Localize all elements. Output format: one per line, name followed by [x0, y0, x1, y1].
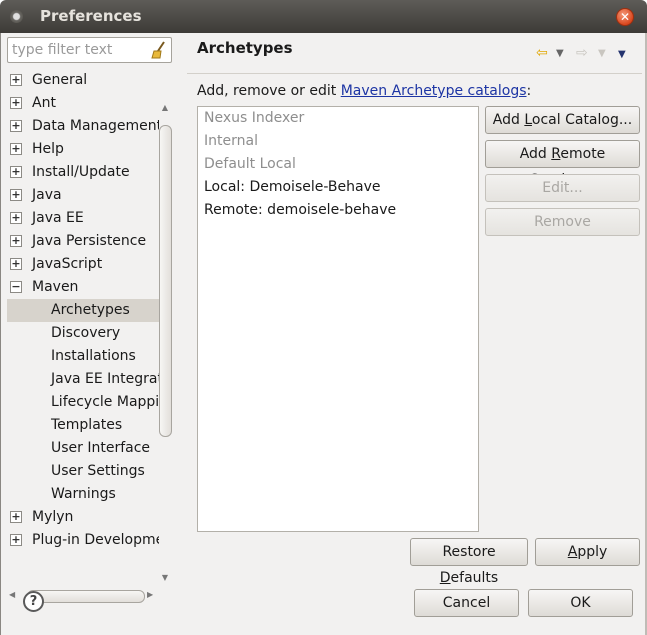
- tree-item-label: General: [32, 72, 88, 88]
- expand-icon[interactable]: +: [10, 143, 22, 155]
- tree-item[interactable]: + Java EE: [7, 207, 159, 230]
- tree-item-label: Discovery: [51, 325, 121, 341]
- tree-item[interactable]: + Java Persistence: [7, 230, 159, 253]
- window-title: Preferences: [40, 7, 142, 25]
- tree-item-label: Java EE: [32, 210, 84, 226]
- expand-icon[interactable]: +: [10, 166, 22, 178]
- tree-item-label: Archetypes: [51, 302, 130, 318]
- separator: [187, 73, 642, 74]
- tree-item[interactable]: + Ant: [7, 92, 159, 115]
- page-navigation: ⇦ ▼ ⇨ ▼ ▼: [536, 45, 636, 63]
- expand-icon[interactable]: +: [10, 97, 22, 109]
- catalog-item[interactable]: Nexus Indexer: [204, 110, 304, 130]
- tree-item-label: Data Management: [32, 118, 159, 134]
- expand-icon[interactable]: +: [10, 74, 22, 86]
- tree-item-label: Installations: [51, 348, 136, 364]
- expand-icon[interactable]: +: [10, 534, 22, 546]
- tree-item[interactable]: + Help: [7, 138, 159, 161]
- tree-item-label: Java: [32, 187, 62, 203]
- edit-button[interactable]: Edit...: [485, 174, 640, 202]
- tree-item[interactable]: Templates: [7, 414, 159, 437]
- tree-item[interactable]: Installations: [7, 345, 159, 368]
- scroll-left-icon[interactable]: ◀: [9, 590, 15, 599]
- expand-icon[interactable]: +: [10, 212, 22, 224]
- archetype-catalogs-link[interactable]: Maven Archetype catalogs: [341, 83, 527, 99]
- description-text: Add, remove or edit: [197, 83, 341, 99]
- remove-button[interactable]: Remove: [485, 208, 640, 236]
- tree-item[interactable]: User Settings: [7, 460, 159, 483]
- add-local-catalog-button[interactable]: Add Local Catalog...: [485, 106, 640, 134]
- tree-item[interactable]: + Java: [7, 184, 159, 207]
- tree-item[interactable]: User Interface: [7, 437, 159, 460]
- ok-button[interactable]: OK: [528, 589, 633, 617]
- tree-item[interactable]: + Mylyn: [7, 506, 159, 529]
- tree-item-label: Java Persistence: [32, 233, 147, 249]
- tree-item-label: Java EE Integrati: [51, 371, 159, 387]
- preferences-dialog: + General + Ant + Data Management + Help + Instal…: [0, 33, 647, 635]
- catalog-list[interactable]: Nexus Indexer Internal Default Local Local:…: [197, 106, 479, 532]
- tree-item-label: JavaScript: [32, 256, 103, 272]
- page-title: Archetypes: [197, 39, 293, 57]
- cancel-button[interactable]: Cancel: [414, 589, 519, 617]
- tree-item-label: Maven: [32, 279, 79, 295]
- expand-icon[interactable]: +: [10, 120, 22, 132]
- title-bar: Preferences ✕: [0, 0, 647, 33]
- scroll-down-icon[interactable]: ▼: [160, 573, 170, 583]
- catalog-item[interactable]: Internal: [204, 133, 258, 153]
- help-icon[interactable]: ?: [23, 591, 44, 612]
- expand-icon[interactable]: +: [10, 235, 22, 247]
- tree-item[interactable]: − Maven: [7, 276, 159, 299]
- tree-item[interactable]: Lifecycle Mappin: [7, 391, 159, 414]
- forward-arrow-icon[interactable]: ⇨: [576, 45, 588, 61]
- tree-item[interactable]: Archetypes: [7, 299, 159, 322]
- tree-item-label: Help: [32, 141, 64, 157]
- collapse-icon[interactable]: −: [10, 281, 22, 293]
- catalog-item[interactable]: Remote: demoisele-behave: [204, 202, 396, 222]
- tree-item[interactable]: + Install/Update: [7, 161, 159, 184]
- clear-filter-icon[interactable]: [151, 41, 167, 59]
- expand-icon[interactable]: +: [10, 258, 22, 270]
- page-description: Add, remove or edit Maven Archetype cata…: [197, 83, 531, 99]
- tree-item-label: User Settings: [51, 463, 145, 479]
- tree-item[interactable]: + Plug-in Developme: [7, 529, 159, 552]
- apply-button[interactable]: Apply: [535, 538, 640, 566]
- menu-dropdown-icon[interactable]: ▼: [618, 49, 626, 60]
- filter-input[interactable]: [12, 41, 150, 59]
- tree-item[interactable]: + General: [7, 69, 159, 92]
- tree-item-label: Ant: [32, 95, 56, 111]
- tree-item-label: User Interface: [51, 440, 151, 456]
- back-history-icon[interactable]: ▼: [556, 48, 564, 59]
- back-arrow-icon[interactable]: ⇦: [536, 45, 548, 61]
- forward-history-icon[interactable]: ▼: [598, 48, 606, 59]
- tree-item[interactable]: + JavaScript: [7, 253, 159, 276]
- vertical-scroll-thumb[interactable]: [159, 125, 172, 437]
- tree-item[interactable]: Java EE Integrati: [7, 368, 159, 391]
- window-menu-icon[interactable]: [10, 10, 23, 23]
- tree-item-label: Warnings: [51, 486, 116, 502]
- close-button[interactable]: ✕: [616, 8, 634, 26]
- tree-item[interactable]: Warnings: [7, 483, 159, 506]
- horizontal-scroll-thumb[interactable]: [27, 590, 145, 603]
- tree-vertical-scrollbar[interactable]: ▲ ▼: [158, 103, 172, 586]
- expand-icon[interactable]: +: [10, 189, 22, 201]
- tree-item[interactable]: + Data Management: [7, 115, 159, 138]
- preference-tree[interactable]: + General + Ant + Data Management + Help + Instal…: [7, 69, 173, 601]
- tree-item-label: Install/Update: [32, 164, 130, 180]
- tree-item-label: Lifecycle Mappin: [51, 394, 159, 410]
- restore-defaults-button[interactable]: Restore Defaults: [410, 538, 528, 586]
- tree-item-label: Plug-in Developme: [32, 532, 159, 548]
- tree-item-label: Templates: [51, 417, 123, 433]
- scroll-up-icon[interactable]: ▲: [160, 103, 170, 113]
- description-suffix: :: [526, 83, 532, 99]
- catalog-item[interactable]: Local: Demoisele-Behave: [204, 179, 380, 199]
- tree-item-label: Mylyn: [32, 509, 74, 525]
- expand-icon[interactable]: +: [10, 511, 22, 523]
- scroll-right-icon[interactable]: ▶: [147, 590, 153, 599]
- filter-box: [7, 37, 172, 63]
- tree-item[interactable]: Discovery: [7, 322, 159, 345]
- add-remote-catalog-button[interactable]: Add Remote Catalog...: [485, 140, 640, 188]
- catalog-item[interactable]: Default Local: [204, 156, 296, 176]
